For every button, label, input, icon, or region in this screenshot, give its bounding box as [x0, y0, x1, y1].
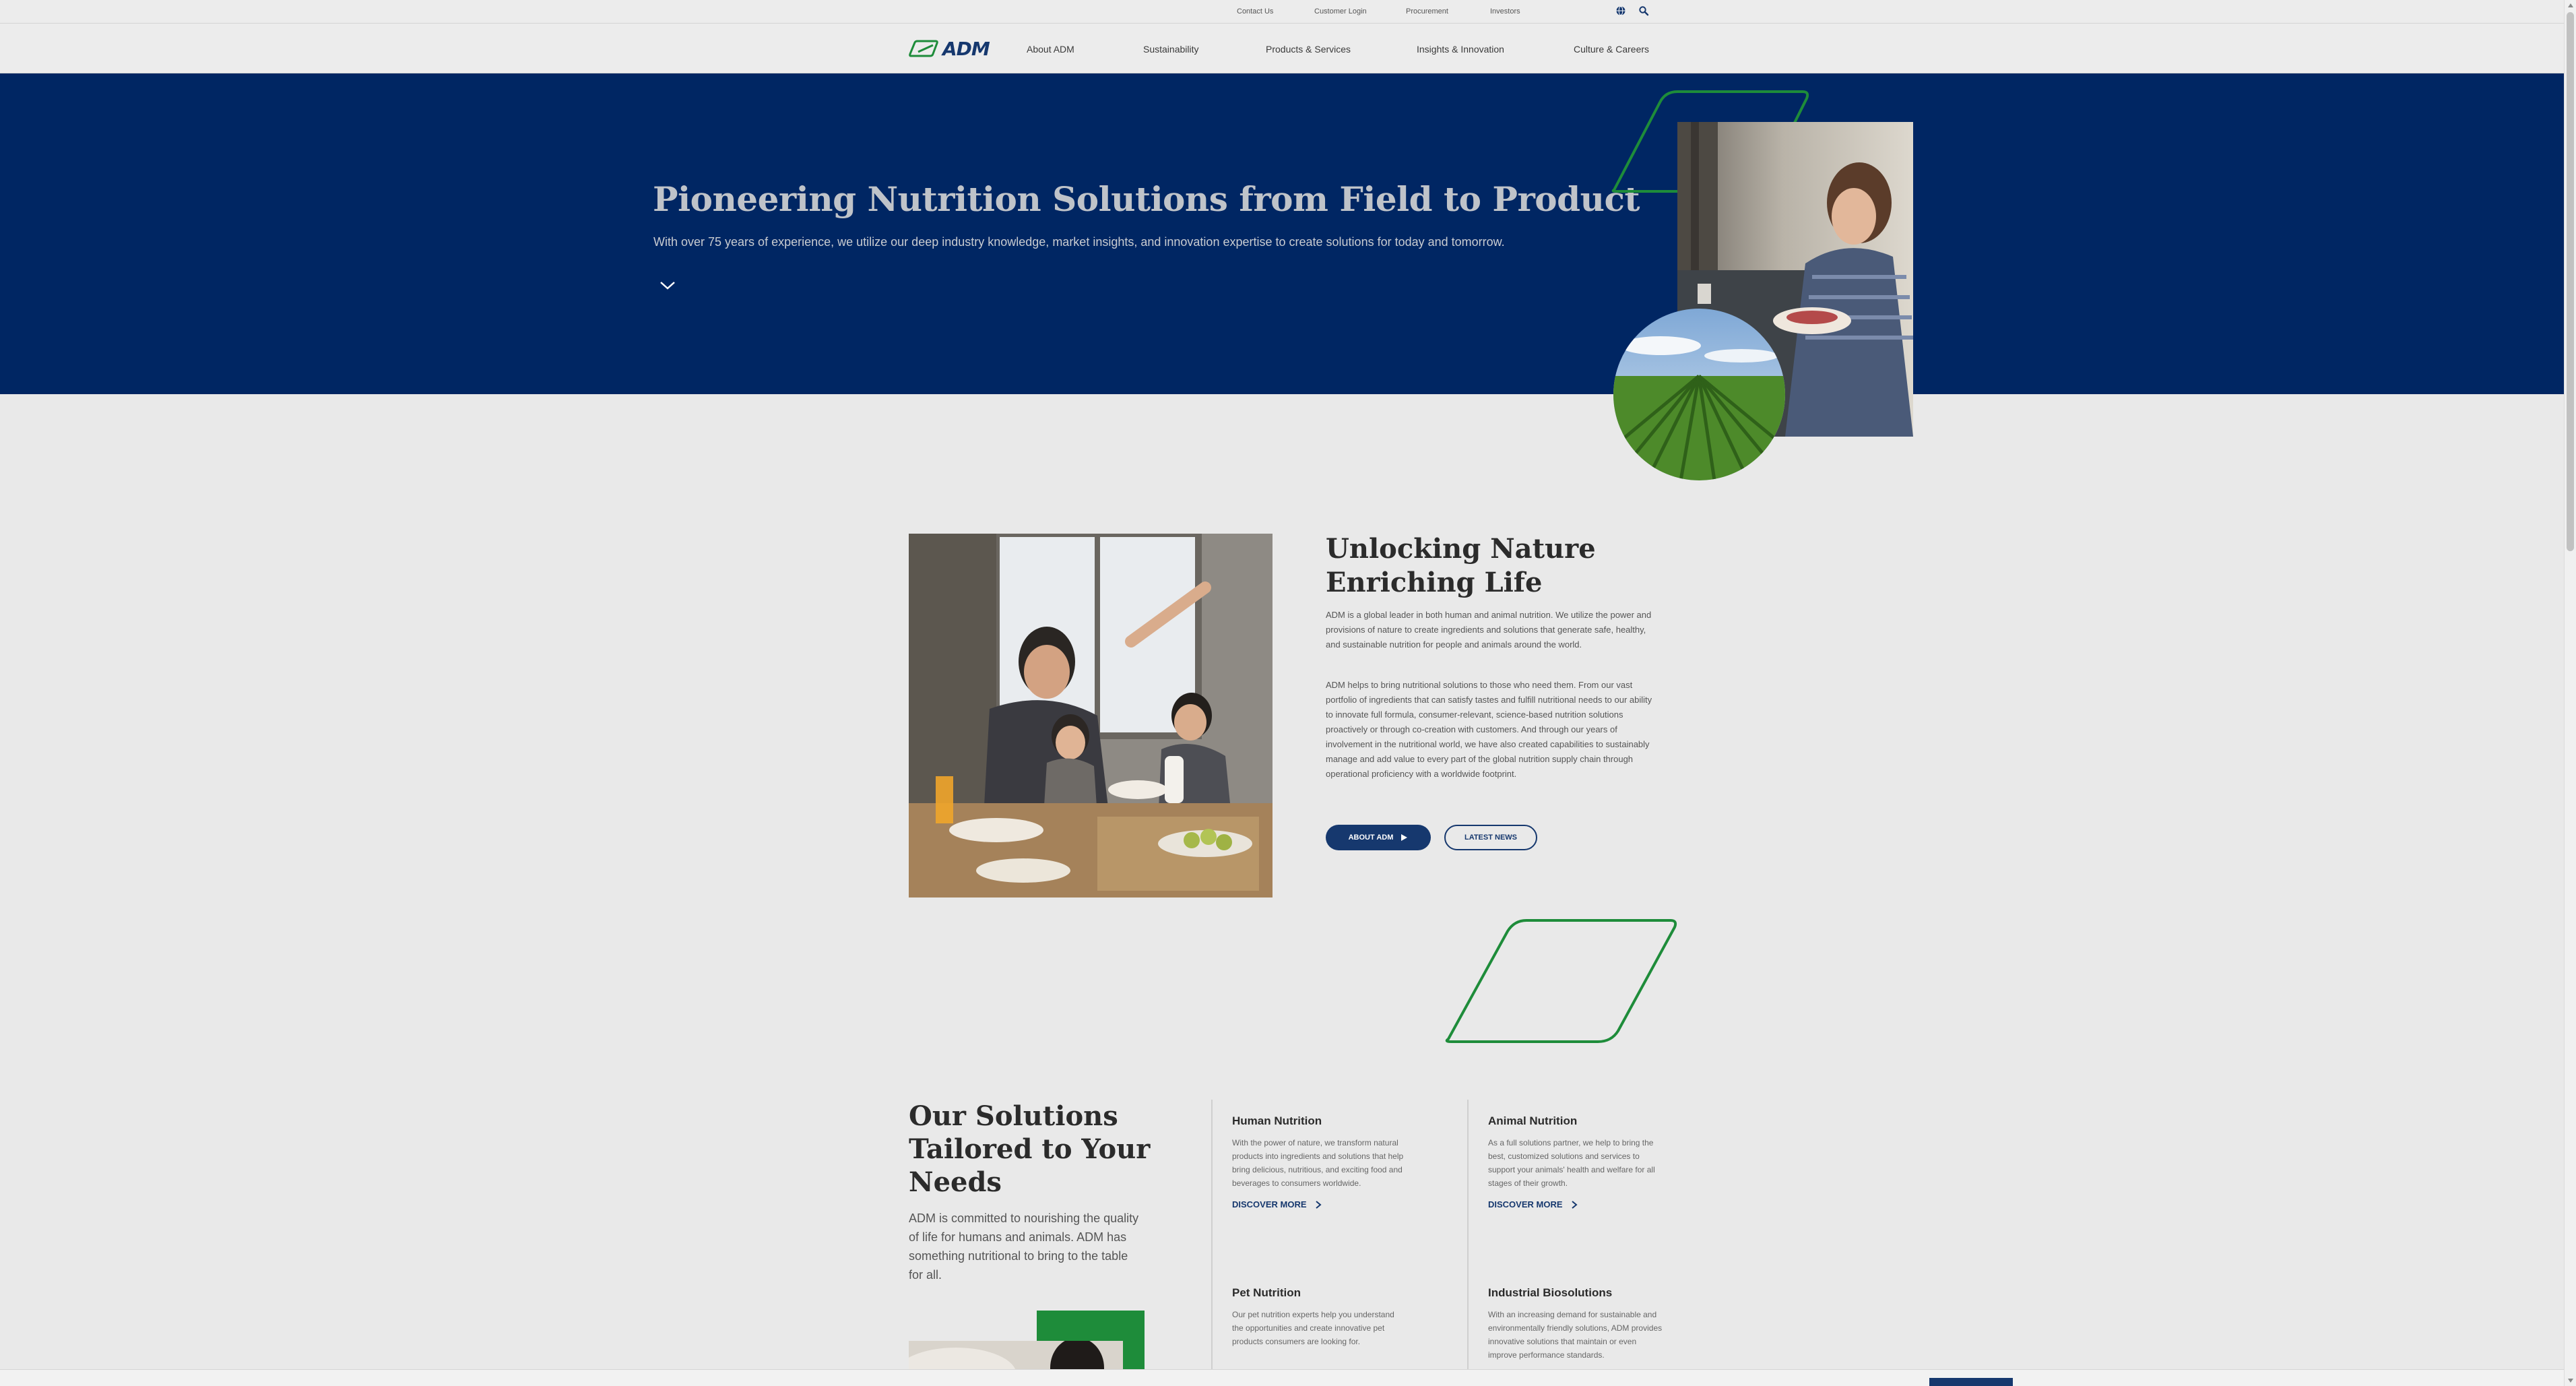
card-title: Human Nutrition — [1232, 1114, 1322, 1127]
about-title: Unlocking Nature Enriching Life — [1326, 532, 1676, 600]
solutions-divider — [1467, 1100, 1469, 1386]
investors-link[interactable]: Investors — [1490, 7, 1520, 15]
procurement-link[interactable]: Procurement — [1406, 7, 1448, 15]
customer-login-link[interactable]: Customer Login — [1314, 7, 1367, 15]
adm-logo[interactable]: ADM — [909, 37, 990, 60]
adm-leaf-logo-icon — [909, 40, 938, 57]
about-paragraph-1: ADM is a global leader in both human and… — [1326, 610, 1652, 650]
about-title-line2: Enriching Life — [1326, 567, 1543, 598]
pet-nutrition-card: Pet Nutrition Our pet nutrition experts … — [1232, 1286, 1407, 1348]
animal-nutrition-card: Animal Nutrition As a full solutions par… — [1488, 1114, 1663, 1209]
play-arrow-icon — [1401, 834, 1408, 841]
scroll-down-arrow-icon[interactable] — [2565, 1375, 2576, 1386]
human-nutrition-card: Human Nutrition With the power of nature… — [1232, 1114, 1407, 1209]
search-icon[interactable] — [1638, 5, 1649, 16]
card-title: Pet Nutrition — [1232, 1286, 1301, 1299]
chevron-down-icon[interactable] — [657, 278, 678, 293]
nav-about-adm[interactable]: About ADM — [1027, 44, 1074, 55]
hero-banner: Pioneering Nutrition Solutions from Fiel… — [0, 73, 2564, 394]
about-adm-button-label: ABOUT ADM — [1348, 833, 1394, 842]
globe-icon[interactable] — [1615, 5, 1626, 16]
hero-title: Pioneering Nutrition Solutions from Fiel… — [653, 179, 1640, 219]
vertical-scrollbar[interactable] — [2564, 0, 2576, 1386]
card-description: Our pet nutrition experts help you under… — [1232, 1310, 1394, 1346]
card-description: With the power of nature, we transform n… — [1232, 1138, 1404, 1188]
human-nutrition-discover-link[interactable]: DISCOVER MORE — [1232, 1199, 1407, 1209]
card-description: With an increasing demand for sustainabl… — [1488, 1310, 1663, 1360]
about-title-line1: Unlocking Nature — [1326, 533, 1596, 565]
leaf-outline-decoration — [1445, 919, 1677, 1043]
solutions-divider — [1211, 1100, 1213, 1386]
discover-more-label: DISCOVER MORE — [1488, 1199, 1563, 1209]
card-description: As a full solutions partner, we help to … — [1488, 1138, 1655, 1188]
cookie-banner-button[interactable] — [1929, 1378, 2013, 1386]
industrial-biosolutions-card: Industrial Biosolutions With an increasi… — [1488, 1286, 1663, 1362]
page: Contact Us Customer Login Procurement In… — [0, 0, 2564, 1386]
solutions-intro: ADM is committed to nourishing the quali… — [909, 1211, 1139, 1282]
chevron-right-icon — [1315, 1200, 1322, 1209]
card-title: Industrial Biosolutions — [1488, 1286, 1613, 1299]
scrollbar-thumb[interactable] — [2567, 12, 2574, 551]
discover-more-label: DISCOVER MORE — [1232, 1199, 1307, 1209]
contact-us-link[interactable]: Contact Us — [1237, 7, 1273, 15]
nav-culture-careers[interactable]: Culture & Careers — [1574, 44, 1649, 55]
animal-nutrition-discover-link[interactable]: DISCOVER MORE — [1488, 1199, 1663, 1209]
latest-news-button[interactable]: LATEST NEWS — [1444, 825, 1537, 850]
solutions-title-line3: Needs — [909, 1166, 1002, 1198]
crop-field-photo — [1613, 309, 1785, 480]
main-nav: ADM About ADM Sustainability Products & … — [0, 24, 2564, 73]
cookie-banner — [0, 1369, 2564, 1386]
chevron-right-icon — [1571, 1200, 1578, 1209]
nav-products-services[interactable]: Products & Services — [1266, 44, 1351, 55]
nav-insights-innovation[interactable]: Insights & Innovation — [1417, 44, 1504, 55]
solutions-title-line1: Our Solutions — [909, 1100, 1118, 1132]
solutions-title-line2: Tailored to Your — [909, 1133, 1151, 1165]
about-paragraph-2: ADM helps to bring nutritional solutions… — [1326, 680, 1652, 779]
utility-bar: Contact Us Customer Login Procurement In… — [0, 0, 2564, 24]
about-adm-button[interactable]: ABOUT ADM — [1326, 825, 1431, 850]
scroll-up-arrow-icon[interactable] — [2565, 0, 2576, 11]
hero-subtitle: With over 75 years of experience, we uti… — [653, 235, 1505, 249]
solutions-title: Our Solutions Tailored to Your Needs — [909, 1100, 1151, 1199]
nav-sustainability[interactable]: Sustainability — [1143, 44, 1199, 55]
card-title: Animal Nutrition — [1488, 1114, 1578, 1127]
logo-text: ADM — [942, 37, 990, 60]
family-breakfast-photo — [909, 534, 1273, 897]
